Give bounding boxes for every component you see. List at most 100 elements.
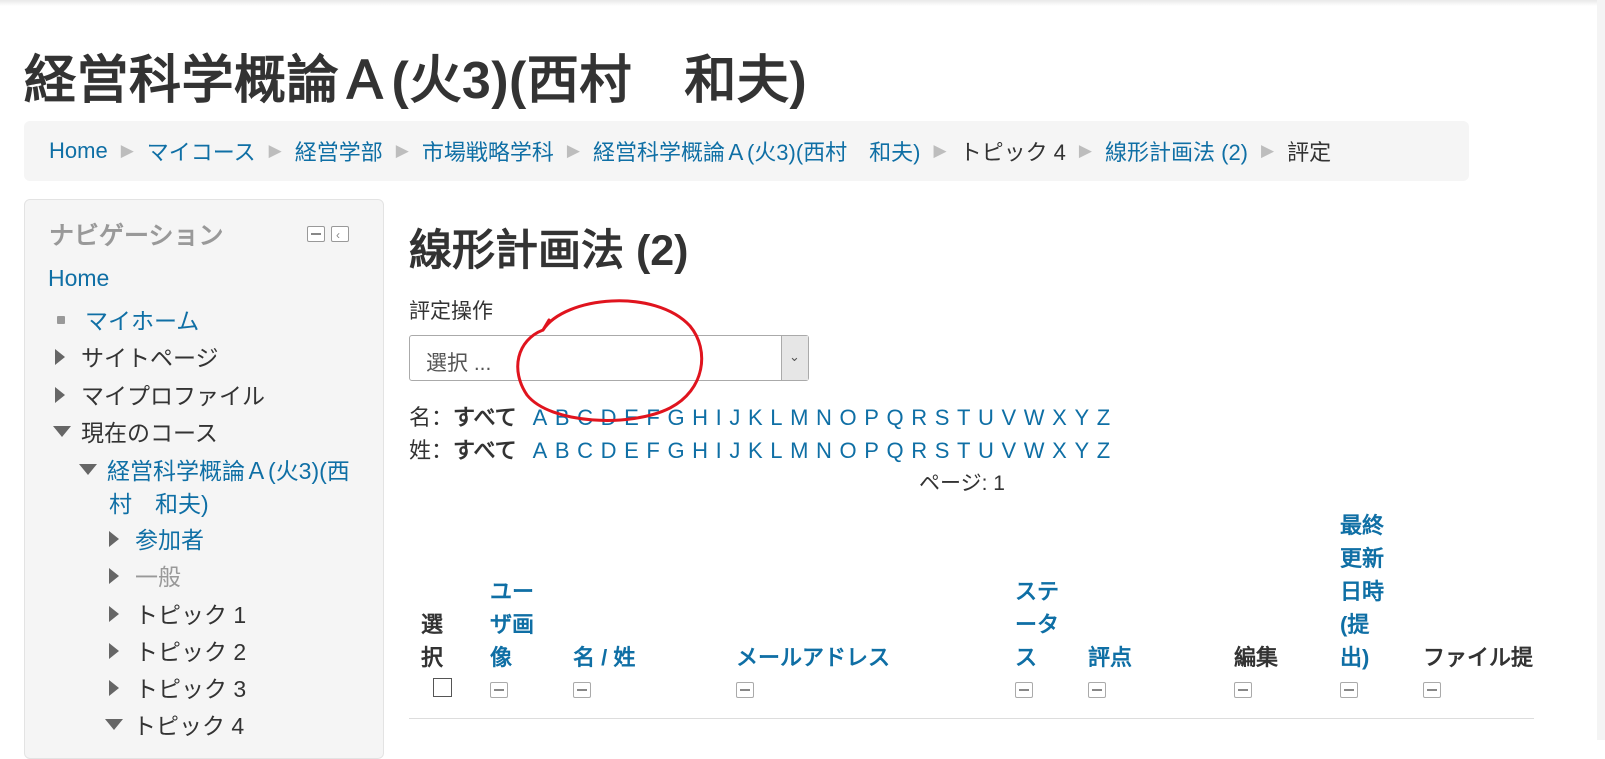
- scrollbar[interactable]: [1597, 0, 1605, 740]
- filter-letter[interactable]: X: [1052, 438, 1067, 464]
- filter-letter[interactable]: U: [978, 405, 994, 431]
- nav-home[interactable]: Home: [48, 265, 109, 292]
- filter-letter[interactable]: P: [864, 438, 879, 464]
- filter-letter[interactable]: V: [1002, 405, 1017, 431]
- breadcrumb-assignment[interactable]: 線形計画法 (2): [1105, 135, 1248, 167]
- filter-letter[interactable]: I: [716, 405, 722, 431]
- nav-label: 一般: [135, 564, 181, 590]
- filter-letter[interactable]: E: [624, 438, 639, 464]
- nav-item-my-profile[interactable]: マイプロファイル: [55, 377, 265, 411]
- nav-item-current-course[interactable]: 現在のコース: [53, 414, 218, 448]
- dock-block-icon[interactable]: ‹: [331, 226, 349, 242]
- filter-letter[interactable]: Z: [1097, 405, 1110, 431]
- filter-letter[interactable]: O: [840, 438, 857, 464]
- collapse-column-icon[interactable]: [490, 682, 508, 698]
- collapse-icon: [105, 719, 123, 730]
- collapse-block-icon[interactable]: [307, 226, 325, 242]
- filter-letter[interactable]: M: [790, 405, 808, 431]
- filter-letter[interactable]: Y: [1074, 438, 1089, 464]
- filter-letter[interactable]: G: [667, 438, 684, 464]
- collapse-column-icon[interactable]: [1340, 682, 1358, 698]
- bullet-icon: [57, 316, 65, 324]
- nav-my-home-link[interactable]: マイホーム: [85, 308, 199, 334]
- filter-letter[interactable]: P: [864, 405, 879, 431]
- filter-letter[interactable]: N: [816, 405, 832, 431]
- nav-item-topic-1[interactable]: トピック 1: [109, 596, 246, 630]
- filter-letter[interactable]: A: [533, 438, 548, 464]
- nav-item-topic-3[interactable]: トピック 3: [109, 670, 246, 704]
- th-user-picture[interactable]: ユーザ画像: [490, 575, 540, 674]
- filter-letter[interactable]: X: [1052, 405, 1067, 431]
- collapse-column-icon[interactable]: [1234, 682, 1252, 698]
- th-status[interactable]: ステータス: [1015, 575, 1065, 674]
- lastname-filter-label: 姓：: [409, 438, 454, 463]
- filter-letter[interactable]: Z: [1097, 438, 1110, 464]
- filter-letter[interactable]: Y: [1074, 405, 1089, 431]
- filter-letter[interactable]: U: [978, 438, 994, 464]
- filter-letter[interactable]: F: [646, 438, 659, 464]
- filter-letter[interactable]: T: [957, 405, 970, 431]
- collapse-column-icon[interactable]: [736, 682, 754, 698]
- lastname-filter-all[interactable]: すべて: [453, 438, 517, 463]
- nav-item-topic-4[interactable]: トピック 4: [105, 707, 244, 741]
- dropdown-button[interactable]: ⌄: [781, 336, 808, 380]
- th-grade[interactable]: 評点: [1088, 641, 1132, 674]
- nav-item-participants[interactable]: 参加者: [109, 521, 204, 555]
- filter-letter[interactable]: L: [770, 405, 782, 431]
- th-select-line1: 選択: [421, 612, 444, 670]
- breadcrumb-home[interactable]: Home: [49, 138, 108, 164]
- nav-label: トピック 1: [135, 602, 247, 628]
- navigation-title: ナビゲーション: [49, 222, 224, 250]
- nav-item-site-pages[interactable]: サイトページ: [55, 339, 219, 373]
- nav-label: トピック 3: [135, 676, 247, 702]
- nav-item-general[interactable]: 一般: [109, 558, 181, 592]
- filter-letter[interactable]: Q: [887, 405, 904, 431]
- filter-letter[interactable]: Q: [887, 438, 904, 464]
- filter-letter[interactable]: W: [1024, 438, 1045, 464]
- th-last-modified[interactable]: 最終更新日時(提出): [1340, 509, 1386, 674]
- th-name[interactable]: 名 / 姓: [573, 641, 635, 674]
- breadcrumb-faculty[interactable]: 経営学部: [295, 135, 383, 167]
- collapse-column-icon[interactable]: [1423, 682, 1441, 698]
- filter-letter[interactable]: I: [716, 438, 722, 464]
- filter-letter[interactable]: H: [692, 438, 708, 464]
- nav-item-topic-2[interactable]: トピック 2: [109, 633, 246, 667]
- filter-letter[interactable]: K: [748, 405, 763, 431]
- breadcrumb-course[interactable]: 経営科学概論Ａ(火3)(西村 和夫): [593, 135, 921, 167]
- th-email[interactable]: メールアドレス: [736, 641, 890, 674]
- filter-letter[interactable]: R: [911, 405, 927, 431]
- nav-course-link[interactable]: 経営科学概論Ａ(火3)(西: [107, 458, 350, 484]
- filter-letter[interactable]: R: [911, 438, 927, 464]
- collapse-column-icon[interactable]: [1015, 682, 1033, 698]
- filter-letter[interactable]: V: [1002, 438, 1017, 464]
- filter-letter[interactable]: B: [555, 438, 570, 464]
- filter-letter[interactable]: S: [935, 438, 950, 464]
- filter-letter[interactable]: M: [790, 438, 808, 464]
- nav-participants-link[interactable]: 参加者: [135, 527, 204, 553]
- nav-item-my-home[interactable]: マイホーム: [49, 302, 199, 336]
- nav-course-link-cont[interactable]: 村 和夫): [109, 485, 209, 519]
- filter-letter[interactable]: W: [1024, 405, 1045, 431]
- assignment-heading: 線形計画法 (2): [409, 227, 689, 275]
- filter-letter[interactable]: D: [601, 438, 617, 464]
- expand-icon: [55, 349, 65, 365]
- select-all-checkbox[interactable]: [433, 678, 452, 697]
- breadcrumb-department[interactable]: 市場戦略学科: [422, 135, 554, 167]
- filter-letter[interactable]: N: [816, 438, 832, 464]
- filter-letter[interactable]: J: [729, 405, 740, 431]
- breadcrumb-separator: ▶: [395, 141, 409, 160]
- nav-item-course[interactable]: 経営科学概論Ａ(火3)(西: [79, 452, 350, 486]
- nav-label: トピック 4: [133, 713, 245, 739]
- filter-letter[interactable]: C: [577, 438, 593, 464]
- filter-letter[interactable]: T: [957, 438, 970, 464]
- filter-letter[interactable]: J: [729, 438, 740, 464]
- filter-letter[interactable]: O: [840, 405, 857, 431]
- collapse-column-icon[interactable]: [1088, 682, 1106, 698]
- filter-letter[interactable]: L: [770, 438, 782, 464]
- breadcrumb-topic: トピック 4: [959, 140, 1066, 165]
- collapse-column-icon[interactable]: [573, 682, 591, 698]
- lastname-letters: ABCDEFGHIJKLMNOPQRSTUVWXYZ: [533, 438, 1118, 463]
- breadcrumb-my-courses[interactable]: マイコース: [147, 135, 256, 167]
- filter-letter[interactable]: K: [748, 438, 763, 464]
- filter-letter[interactable]: S: [935, 405, 950, 431]
